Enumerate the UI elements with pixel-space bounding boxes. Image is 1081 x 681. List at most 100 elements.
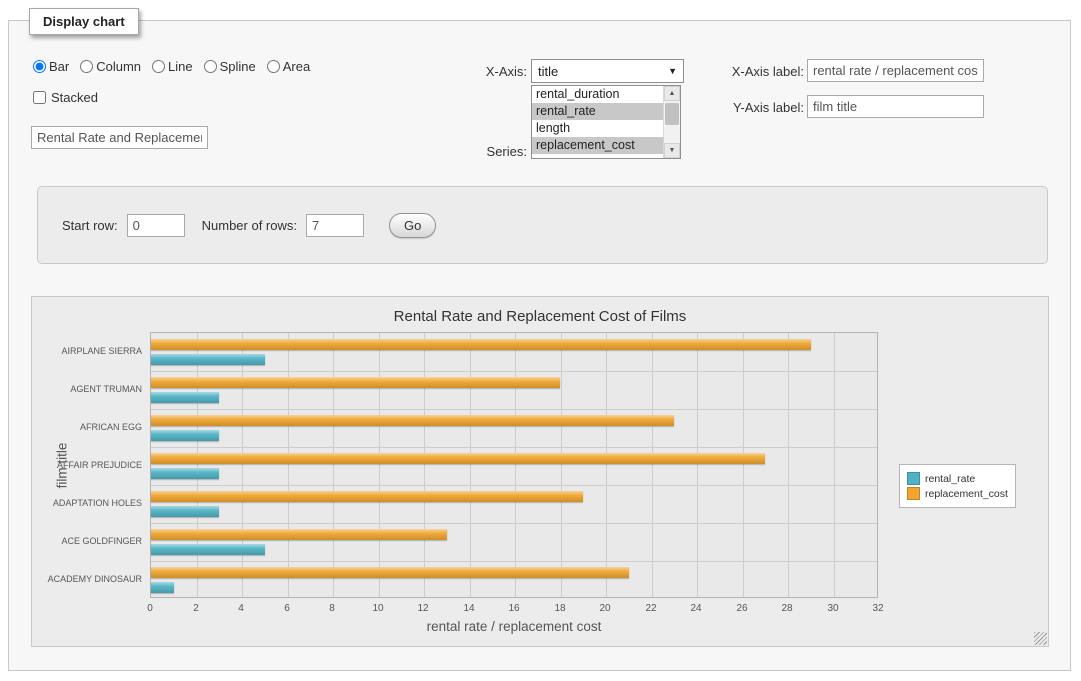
legend-swatch xyxy=(907,487,920,500)
number-of-rows-input[interactable] xyxy=(306,214,364,237)
bar-replacement_cost xyxy=(151,567,629,578)
series-option-rental_rate[interactable]: rental_rate xyxy=(532,103,663,120)
chart-type-option-column[interactable]: Column xyxy=(80,59,141,74)
chart-type-option-bar[interactable]: Bar xyxy=(33,59,69,74)
series-options: rental_durationrental_ratelengthreplacem… xyxy=(532,86,663,158)
scroll-down-icon[interactable]: ▼ xyxy=(664,143,680,158)
gridline xyxy=(242,333,243,597)
chart-type-options: Bar Column Line Spline Area xyxy=(33,59,310,74)
x-axis-tick-label: 14 xyxy=(456,603,482,614)
series-option-rental_duration[interactable]: rental_duration xyxy=(532,86,663,103)
bar-replacement_cost xyxy=(151,339,811,350)
gridline xyxy=(652,333,653,597)
bar-replacement_cost xyxy=(151,453,765,464)
legend-swatch xyxy=(907,472,920,485)
x-axis-tick-label: 6 xyxy=(274,603,300,614)
chart-title-input[interactable] xyxy=(31,126,208,149)
bar-rental_rate xyxy=(151,392,219,403)
x-axis-tick-label: 8 xyxy=(319,603,345,614)
x-axis-tick-label: 32 xyxy=(865,603,891,614)
scroll-up-icon[interactable]: ▲ xyxy=(664,86,680,101)
start-row-label: Start row: xyxy=(62,218,118,233)
x-axis-tick-label: 24 xyxy=(683,603,709,614)
bar-replacement_cost xyxy=(151,529,447,540)
series-list-label: Series: xyxy=(439,144,527,159)
x-axis-tick-label: 12 xyxy=(410,603,436,614)
row-range-panel: Start row: Number of rows: Go xyxy=(37,186,1048,264)
gridline xyxy=(151,523,877,524)
gridline xyxy=(424,333,425,597)
y-axis-category-label: AFRICAN EGG xyxy=(32,421,142,433)
gridline xyxy=(561,333,562,597)
chart-type-radio-bar[interactable] xyxy=(33,60,46,73)
x-axis-select-value: title xyxy=(538,64,558,79)
resize-handle-icon[interactable] xyxy=(1034,632,1047,645)
chart-type-radio-line[interactable] xyxy=(152,60,165,73)
gridline xyxy=(743,333,744,597)
y-axis-category-label: AIRPLANE SIERRA xyxy=(32,345,142,357)
gridline xyxy=(151,371,877,372)
legend-label: rental_rate xyxy=(925,473,975,485)
chart-type-option-line[interactable]: Line xyxy=(152,59,193,74)
gridline xyxy=(697,333,698,597)
number-of-rows-label: Number of rows: xyxy=(202,218,297,233)
y-axis-category-label: AFFAIR PREJUDICE xyxy=(32,459,142,471)
chart-x-axis-title: rental rate / replacement cost xyxy=(150,619,878,634)
stacked-checkbox[interactable] xyxy=(33,91,46,104)
series-option-replacement_cost[interactable]: replacement_cost xyxy=(532,137,663,154)
gridline xyxy=(379,333,380,597)
x-axis-select-label: X-Axis: xyxy=(439,64,527,79)
bar-replacement_cost xyxy=(151,491,583,502)
gridline xyxy=(834,333,835,597)
chart-panel: Rental Rate and Replacement Cost of Film… xyxy=(31,296,1049,647)
gridline xyxy=(288,333,289,597)
chart-type-radio-spline[interactable] xyxy=(204,60,217,73)
x-axis-tick-label: 30 xyxy=(820,603,846,614)
bar-rental_rate xyxy=(151,430,219,441)
series-multiselect[interactable]: rental_durationrental_ratelengthreplacem… xyxy=(531,85,681,159)
gridline xyxy=(470,333,471,597)
chart-type-radio-column[interactable] xyxy=(80,60,93,73)
x-axis-tick-label: 26 xyxy=(729,603,755,614)
panel-legend: Display chart xyxy=(29,8,139,35)
go-button[interactable]: Go xyxy=(389,213,436,238)
chart-type-radio-area[interactable] xyxy=(267,60,280,73)
bar-rental_rate xyxy=(151,544,265,555)
y-axis-label-label: Y-Axis label: xyxy=(661,100,804,115)
chart-type-option-area[interactable]: Area xyxy=(267,59,310,74)
gridline xyxy=(151,485,877,486)
series-scrollbar[interactable]: ▲ ▼ xyxy=(663,86,680,158)
gridline xyxy=(197,333,198,597)
gridline xyxy=(151,561,877,562)
stacked-label: Stacked xyxy=(51,90,98,105)
x-axis-tick-label: 28 xyxy=(774,603,800,614)
chart-type-label: Area xyxy=(283,59,310,74)
x-axis-tick-label: 20 xyxy=(592,603,618,614)
x-axis-label-input[interactable] xyxy=(807,59,984,82)
bar-replacement_cost xyxy=(151,415,674,426)
y-axis-category-label: AGENT TRUMAN xyxy=(32,383,142,395)
plot-area xyxy=(150,332,878,598)
legend-item: rental_rate xyxy=(907,472,1008,485)
gridline xyxy=(515,333,516,597)
series-option-length[interactable]: length xyxy=(532,120,663,137)
x-axis-tick-label: 16 xyxy=(501,603,527,614)
start-row-input[interactable] xyxy=(127,214,185,237)
gridline xyxy=(606,333,607,597)
y-axis-category-label: ACADEMY DINOSAUR xyxy=(32,573,142,585)
bar-rental_rate xyxy=(151,354,265,365)
bar-replacement_cost xyxy=(151,377,560,388)
y-axis-label-input[interactable] xyxy=(807,95,984,118)
y-axis-category-label: ADAPTATION HOLES xyxy=(32,497,142,509)
x-axis-tick-label: 2 xyxy=(183,603,209,614)
chart-type-option-spline[interactable]: Spline xyxy=(204,59,256,74)
chart-type-label: Bar xyxy=(49,59,69,74)
x-axis-tick-label: 10 xyxy=(365,603,391,614)
x-axis-tick-label: 0 xyxy=(137,603,163,614)
bar-rental_rate xyxy=(151,468,219,479)
stacked-checkbox-row[interactable]: Stacked xyxy=(33,90,98,105)
legend-item: replacement_cost xyxy=(907,487,1008,500)
chart-legend: rental_rate replacement_cost xyxy=(899,464,1016,508)
gridline xyxy=(151,447,877,448)
legend-label: replacement_cost xyxy=(925,488,1008,500)
